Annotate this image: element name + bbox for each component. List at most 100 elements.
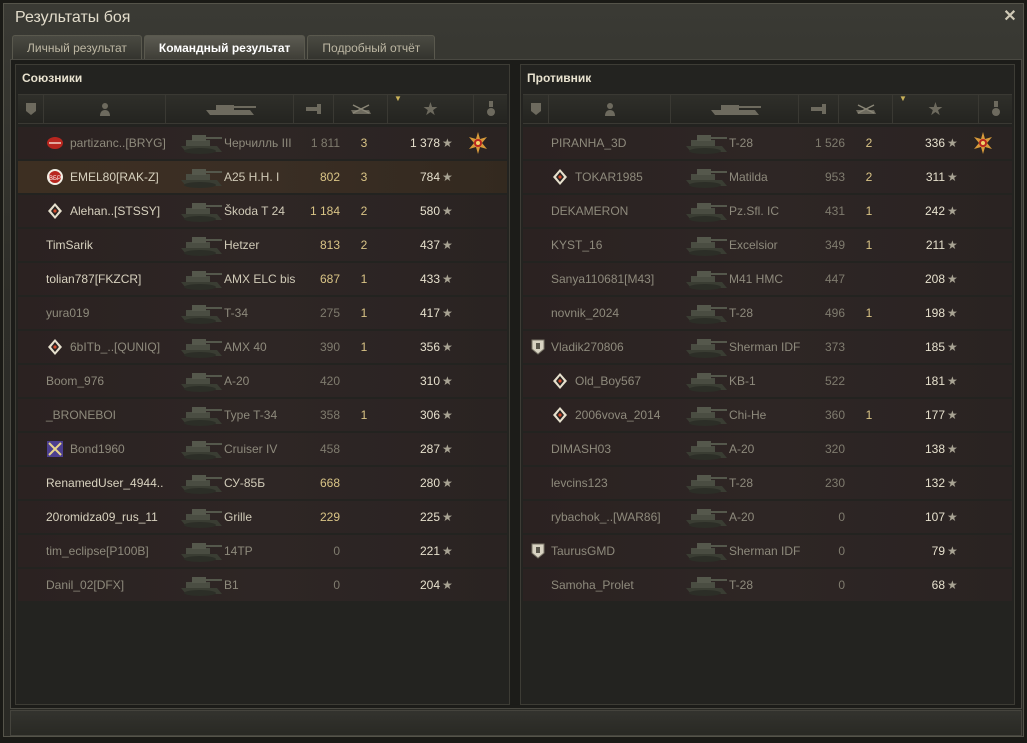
tank-image-icon: [683, 367, 729, 395]
tab-personal[interactable]: Личный результат: [12, 35, 142, 59]
player-row[interactable]: Samoha_Prolet T-28 0 68 ★: [523, 569, 1012, 601]
player-row[interactable]: KYST_16 Excelsior 349 1 211 ★: [523, 229, 1012, 261]
player-name[interactable]: EMEL80[RAK-Z]: [70, 170, 159, 184]
player-row[interactable]: partizanc..[BRYG] Черчилль III 1 811 3 1 378…: [18, 127, 507, 159]
player-name[interactable]: Bond1960: [70, 442, 125, 456]
player-row[interactable]: 20romidza09_rus_11 Grille 229 225 ★: [18, 501, 507, 533]
player-name[interactable]: Alehan..[STSSY]: [70, 204, 160, 218]
player-name[interactable]: TimSarik: [46, 238, 93, 252]
xp-star-icon: ★: [442, 544, 453, 558]
tank-image-icon: [178, 503, 224, 531]
player-name[interactable]: DEKAMERON: [551, 204, 628, 218]
player-name[interactable]: tim_eclipse[P100B]: [46, 544, 149, 558]
tank-image-icon: [178, 333, 224, 361]
tank-icon[interactable]: [671, 95, 799, 123]
player-name[interactable]: Samoha_Prolet: [551, 578, 634, 592]
player-name[interactable]: 2006vova_2014: [575, 408, 660, 422]
diamond-icon: [551, 406, 569, 424]
tank-name: Sherman IDF: [729, 340, 801, 354]
player-name[interactable]: Old_Boy567: [575, 374, 641, 388]
tank-name: Sherman IDF: [729, 544, 801, 558]
damage-value: 349: [824, 238, 845, 252]
player-row[interactable]: Vladik270806 Sherman IDF 373 185 ★: [523, 331, 1012, 363]
medal-icon[interactable]: [971, 131, 995, 155]
player-name[interactable]: novnik_2024: [551, 306, 619, 320]
allies-table-header: ★ ▼: [18, 94, 507, 124]
enemies-panel: Противник ★ ▼ PIRANHA_3D T-28 1 526 2 33…: [520, 64, 1015, 705]
player-row[interactable]: novnik_2024 T-28 496 1 198 ★: [523, 297, 1012, 329]
player-row[interactable]: TOKAR1985 Matilda 953 2 311 ★: [523, 161, 1012, 193]
tank-name: AMX 40: [224, 340, 267, 354]
squad-icon[interactable]: [18, 95, 44, 123]
player-name[interactable]: 6bITb_..[QUNIQ]: [70, 340, 160, 354]
player-name[interactable]: 20romidza09_rus_11: [46, 510, 158, 524]
tank-icon[interactable]: [166, 95, 294, 123]
player-row[interactable]: levcins123 T-28 230 132 ★: [523, 467, 1012, 499]
medal-icon[interactable]: [474, 95, 507, 123]
tank-image-icon: [683, 197, 729, 225]
player-name[interactable]: TOKAR1985: [575, 170, 643, 184]
player-name[interactable]: Danil_02[DFX]: [46, 578, 124, 592]
player-name[interactable]: _BRONEBOI: [46, 408, 116, 422]
player-row[interactable]: Danil_02[DFX] B1 0 204 ★: [18, 569, 507, 601]
player-row[interactable]: Sanya110681[M43] M41 HMC 447 208 ★: [523, 263, 1012, 295]
player-row[interactable]: TaurusGMD Sherman IDF 0 79 ★: [523, 535, 1012, 567]
damage-value: 458: [319, 442, 340, 456]
medal-icon[interactable]: [466, 131, 490, 155]
xp-star-icon: ★: [442, 408, 453, 422]
tank-name: T-28: [729, 476, 754, 490]
player-icon[interactable]: [44, 95, 166, 123]
player-row[interactable]: rybachok_..[WAR86] A-20 0 107 ★: [523, 501, 1012, 533]
player-row[interactable]: Alehan..[STSSY] Škoda T 24 1 184 2 580 ★: [18, 195, 507, 227]
player-row[interactable]: DIMASH03 A-20 320 138 ★: [523, 433, 1012, 465]
medal-icon[interactable]: [979, 95, 1012, 123]
damage-icon[interactable]: [799, 95, 839, 123]
frags-icon[interactable]: [334, 95, 388, 123]
enemies-list: PIRANHA_3D T-28 1 526 2 336 ★ TOKAR1985 Matilda…: [523, 127, 1012, 603]
tank-name: Cruiser IV: [224, 442, 278, 456]
xp-star-icon: ★: [442, 340, 453, 354]
player-name[interactable]: rybachok_..[WAR86]: [551, 510, 661, 524]
player-row[interactable]: Old_Boy567 KB-1 522 181 ★: [523, 365, 1012, 397]
xp-value: 306: [419, 408, 440, 422]
player-row[interactable]: Boom_976 A-20 420 310 ★: [18, 365, 507, 397]
player-row[interactable]: RenamedUser_4944.. СУ-85Б 668 280 ★: [18, 467, 507, 499]
player-row[interactable]: yura019 T-34 275 1 417 ★: [18, 297, 507, 329]
player-row[interactable]: DEKAMERON Pz.Sfl. IC 431 1 242 ★: [523, 195, 1012, 227]
frags-value: 2: [360, 238, 368, 252]
player-row[interactable]: ВБР EMEL80[RAK-Z] A25 H.H. I 802 3 784 ★: [18, 161, 507, 193]
xp-star-icon: ★: [442, 476, 453, 490]
damage-icon[interactable]: [294, 95, 334, 123]
xp-value: 107: [924, 510, 945, 524]
player-row[interactable]: TimSarik Hetzer 813 2 437 ★: [18, 229, 507, 261]
player-name[interactable]: tolian787[FKZCR]: [46, 272, 141, 286]
player-row[interactable]: tolian787[FKZCR] AMX ELC bis 687 1 433 ★: [18, 263, 507, 295]
player-name[interactable]: levcins123: [551, 476, 608, 490]
player-name[interactable]: Vladik270806: [551, 340, 624, 354]
player-name[interactable]: DIMASH03: [551, 442, 611, 456]
player-icon[interactable]: [549, 95, 671, 123]
allies-panel: Союзники ★ ▼ partizanc..[BRYG] Черчилль …: [15, 64, 510, 705]
player-row[interactable]: _BRONEBOI Type T-34 358 1 306 ★: [18, 399, 507, 431]
player-name[interactable]: Sanya110681[M43]: [551, 272, 654, 286]
close-button[interactable]: ✕: [1001, 8, 1019, 26]
tab-detailed[interactable]: Подробный отчёт: [307, 35, 436, 59]
player-name[interactable]: TaurusGMD: [551, 544, 615, 558]
frags-icon[interactable]: [839, 95, 893, 123]
player-row[interactable]: 6bITb_..[QUNIQ] AMX 40 390 1 356 ★: [18, 331, 507, 363]
damage-value: 360: [824, 408, 845, 422]
player-row[interactable]: tim_eclipse[P100B] 14TP 0 221 ★: [18, 535, 507, 567]
player-name[interactable]: RenamedUser_4944..: [46, 476, 163, 490]
tab-team[interactable]: Командный результат: [143, 35, 306, 59]
player-name[interactable]: KYST_16: [551, 238, 602, 252]
player-row[interactable]: PIRANHA_3D T-28 1 526 2 336 ★: [523, 127, 1012, 159]
damage-value: 1 526: [814, 136, 845, 150]
player-name[interactable]: partizanc..[BRYG]: [70, 136, 166, 150]
player-row[interactable]: Bond1960 Cruiser IV 458 287 ★: [18, 433, 507, 465]
player-name[interactable]: yura019: [46, 306, 89, 320]
player-row[interactable]: 2006vova_2014 Chi-He 360 1 177 ★: [523, 399, 1012, 431]
player-name[interactable]: Boom_976: [46, 374, 104, 388]
frags-value: 3: [360, 136, 368, 150]
squad-icon[interactable]: [523, 95, 549, 123]
player-name[interactable]: PIRANHA_3D: [551, 136, 626, 150]
